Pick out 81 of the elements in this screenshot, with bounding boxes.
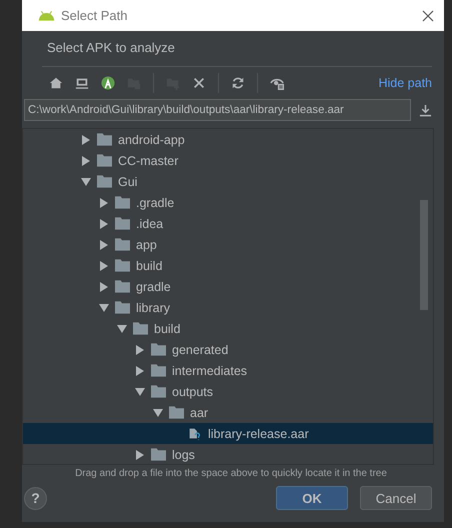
tree-row[interactable]: logs: [23, 444, 433, 464]
tree-item-label: Gui: [118, 174, 138, 188]
folder-icon: [115, 217, 130, 230]
collapsed-arrow-icon[interactable]: [81, 134, 91, 144]
collapsed-arrow-icon[interactable]: [99, 240, 109, 250]
tree-item-label: .gradle: [136, 196, 174, 210]
expanded-arrow-icon[interactable]: [81, 176, 91, 186]
folder-icon: [115, 238, 130, 251]
expanded-arrow-icon[interactable]: [135, 386, 145, 396]
tree-row[interactable]: CC-master: [23, 150, 433, 171]
folder-icon: [169, 406, 184, 419]
collapsed-arrow-icon[interactable]: [81, 156, 91, 166]
collapsed-arrow-icon[interactable]: [99, 218, 109, 228]
refresh-icon[interactable]: [231, 76, 245, 90]
tree-item-label: library: [136, 300, 170, 314]
tree-item-label: library-release.aar: [208, 426, 309, 440]
hide-path-link[interactable]: Hide path: [378, 76, 432, 90]
collapsed-arrow-icon[interactable]: [99, 282, 109, 292]
tree-row[interactable]: .idea: [23, 213, 433, 234]
folder-icon: [97, 133, 112, 146]
tree-row[interactable]: gradle: [23, 276, 433, 297]
expanded-arrow-icon[interactable]: [117, 324, 127, 334]
monitor-icon[interactable]: [75, 76, 89, 90]
tree-item-label: logs: [172, 448, 195, 462]
folder-icon: [97, 154, 112, 167]
expanded-arrow-icon[interactable]: [153, 408, 163, 418]
ok-button[interactable]: OK: [276, 486, 348, 510]
android-icon[interactable]: [101, 76, 115, 90]
tree-item-label: .idea: [136, 216, 164, 230]
tree-row[interactable]: generated: [23, 339, 433, 360]
delete-icon[interactable]: [192, 76, 206, 90]
expanded-arrow-icon[interactable]: [99, 302, 109, 312]
android-icon: [38, 10, 55, 21]
tree-item-label: build: [136, 258, 162, 272]
home-icon[interactable]: [49, 76, 63, 90]
tree-row[interactable]: android-app: [23, 129, 433, 150]
collapsed-arrow-icon[interactable]: [135, 344, 145, 354]
folder-icon: [133, 322, 148, 335]
tree-row[interactable]: library-release.aar: [23, 423, 433, 444]
tree-item-label: android-app: [118, 132, 185, 146]
tree-row[interactable]: outputs: [23, 381, 433, 402]
tree-item-label: CC-master: [118, 154, 178, 168]
path-field[interactable]: C:\work\Android\Gui\library\build\outputs\aar\library-release.aar: [24, 99, 412, 121]
prompt-text: Select APK to analyze: [47, 40, 176, 57]
window-title: Select Path: [61, 8, 128, 23]
tree-item-label: build: [154, 322, 180, 336]
tree-item-label: generated: [172, 342, 228, 356]
hint-text: Drag and drop a file into the space above to quickly locate it in the tree: [74, 468, 388, 479]
tree-item-label: gradle: [136, 280, 171, 294]
folder-icon: [151, 343, 166, 356]
folder-icon: [97, 175, 112, 188]
cancel-button[interactable]: Cancel: [360, 486, 432, 510]
help-button[interactable]: ?: [24, 486, 47, 510]
tree-row[interactable]: aar: [23, 402, 433, 423]
tree-row[interactable]: Gui: [23, 171, 433, 192]
download-icon[interactable]: [419, 104, 432, 116]
folder-icon: [115, 259, 130, 272]
unknown-file-icon: [187, 427, 202, 440]
tree-row[interactable]: build: [23, 318, 433, 339]
collapsed-arrow-icon[interactable]: [99, 260, 109, 270]
tree-row[interactable]: intermediates: [23, 360, 433, 381]
folder-icon: [151, 364, 166, 377]
folder-icon: [115, 196, 130, 209]
tree-item-label: outputs: [172, 384, 214, 398]
folder-icon: [115, 280, 130, 293]
tree-item-label: aar: [190, 406, 208, 420]
tree-row[interactable]: app: [23, 234, 433, 255]
tree-row[interactable]: .gradle: [23, 192, 433, 213]
tree-row[interactable]: build: [23, 255, 433, 276]
collapsed-arrow-icon[interactable]: [135, 450, 145, 460]
folder-icon: [115, 301, 130, 314]
tree-item-label: intermediates: [172, 364, 248, 378]
eye-icon[interactable]: [270, 76, 284, 90]
close-icon[interactable]: [422, 10, 434, 22]
folder-icon: [151, 448, 166, 461]
collapsed-arrow-icon[interactable]: [135, 366, 145, 376]
folder-icon: [151, 385, 166, 398]
collapsed-arrow-icon[interactable]: [99, 198, 109, 208]
scrollbar[interactable]: [420, 200, 428, 310]
tree-item-label: app: [136, 238, 157, 252]
tree-row[interactable]: library: [23, 297, 433, 318]
